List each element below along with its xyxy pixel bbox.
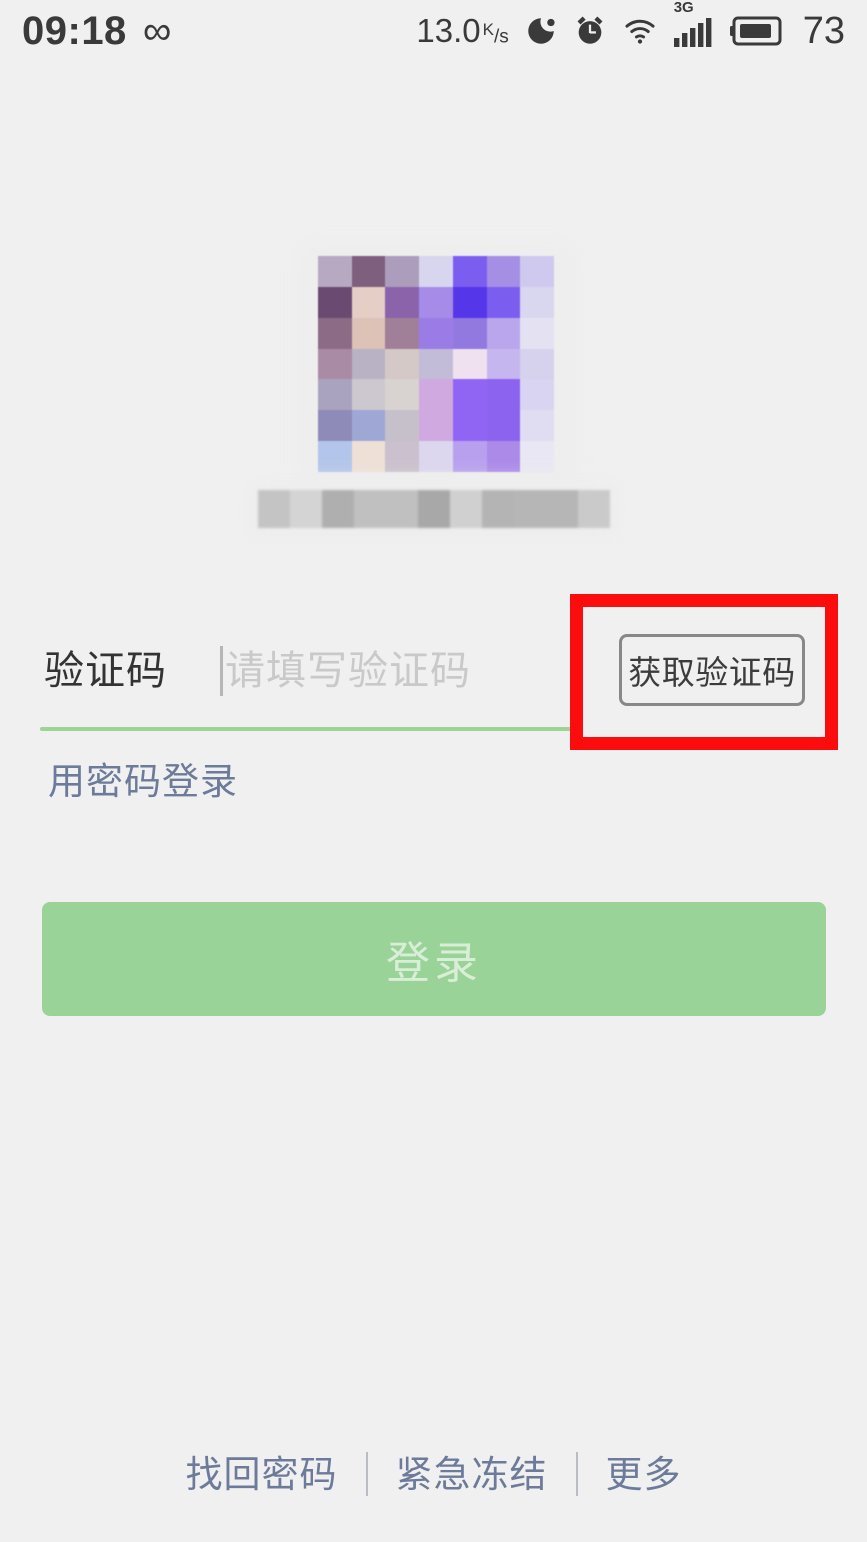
namebar-block: [546, 490, 578, 528]
mosaic-block: [452, 286, 487, 318]
footer-links: 找回密码 紧急冻结 更多: [0, 1452, 867, 1496]
mosaic-block: [419, 317, 453, 349]
status-time: 09:18: [22, 9, 127, 53]
mosaic-block: [351, 379, 386, 411]
mosaic-block: [520, 256, 554, 287]
namebar-block: [418, 490, 450, 528]
mosaic-block: [419, 348, 453, 380]
mosaic-block: [452, 410, 487, 442]
mosaic-block: [385, 256, 420, 287]
status-bar-right: 13.0 K/s 3G 73: [416, 0, 845, 53]
namebar-block: [290, 490, 322, 528]
infinity-icon: ∞: [142, 9, 172, 53]
mosaic-block: [520, 410, 554, 442]
mosaic-block: [452, 317, 487, 349]
network-type-label: 3G: [673, 0, 694, 16]
mosaic-block: [385, 317, 420, 349]
mosaic-block: [419, 256, 453, 287]
mosaic-block: [520, 441, 554, 472]
mosaic-block: [385, 286, 420, 318]
network-speed-indicator: 13.0 K/s: [416, 12, 508, 50]
battery-icon: [729, 16, 784, 46]
mosaic-block: [385, 348, 420, 380]
mosaic-block: [318, 410, 352, 442]
mosaic-block: [318, 441, 352, 472]
do-not-disturb-icon: [524, 14, 558, 48]
footer-link-retrieve-password[interactable]: 找回密码: [158, 1456, 366, 1493]
network-speed-value: 13.0: [416, 12, 481, 49]
mosaic-block: [520, 317, 554, 349]
status-bar-left: 09:18 ∞: [22, 11, 171, 51]
mosaic-block: [318, 379, 352, 411]
app-logo-blurred: [318, 256, 554, 472]
app-logo-area: [0, 236, 867, 546]
text-caret: [220, 646, 223, 696]
mosaic-block: [419, 410, 453, 442]
mosaic-block: [452, 379, 487, 411]
mosaic-block: [351, 286, 386, 318]
mosaic-block: [486, 286, 521, 318]
mosaic-block: [351, 256, 386, 287]
mosaic-block: [318, 317, 352, 349]
network-speed-unit: K/s: [482, 19, 509, 47]
wifi-icon: [622, 14, 658, 48]
password-login-link[interactable]: 用密码登录: [48, 763, 238, 800]
footer-link-more[interactable]: 更多: [578, 1456, 710, 1493]
mosaic-block: [385, 379, 420, 411]
mosaic-block: [520, 348, 554, 380]
status-bar: 09:18 ∞ 13.0 K/s 3G 73: [0, 0, 867, 62]
mosaic-block: [351, 410, 386, 442]
mosaic-block: [486, 317, 521, 349]
mosaic-block: [419, 286, 453, 318]
mosaic-block: [419, 379, 453, 411]
get-verification-code-button[interactable]: 获取验证码: [619, 634, 805, 706]
namebar-block: [354, 490, 386, 528]
namebar-block: [514, 490, 546, 528]
mosaic-block: [385, 410, 420, 442]
mosaic-block: [318, 348, 352, 380]
mosaic-block: [419, 441, 453, 472]
mosaic-block: [318, 286, 352, 318]
namebar-block: [482, 490, 514, 528]
signal-bars-icon: 3G: [673, 0, 715, 48]
footer-link-emergency-freeze[interactable]: 紧急冻结: [368, 1456, 576, 1493]
mosaic-block: [486, 441, 521, 472]
mosaic-block: [385, 441, 420, 472]
mosaic-block: [520, 286, 554, 318]
mosaic-block: [520, 379, 554, 411]
namebar-block: [450, 490, 482, 528]
mosaic-block: [452, 441, 487, 472]
mosaic-block: [486, 256, 521, 287]
mosaic-block: [351, 441, 386, 472]
mosaic-block: [486, 348, 521, 380]
login-button[interactable]: 登录: [42, 902, 826, 1016]
namebar-block: [322, 490, 354, 528]
mosaic-block: [486, 410, 521, 442]
mosaic-block: [351, 348, 386, 380]
verification-code-label: 验证码: [44, 649, 167, 693]
mosaic-block: [486, 379, 521, 411]
alarm-clock-icon: [573, 14, 607, 48]
phone-screen: 09:18 ∞ 13.0 K/s 3G 73 验证码 请填写验证码 获取验证码 …: [0, 0, 867, 1542]
mosaic-block: [351, 317, 386, 349]
app-name-blurred: [258, 490, 610, 528]
battery-percent: 73: [802, 9, 845, 52]
mosaic-block: [318, 256, 352, 287]
namebar-block: [386, 490, 418, 528]
namebar-block: [258, 490, 290, 528]
verification-code-placeholder: 请填写验证码: [225, 649, 471, 693]
mosaic-block: [452, 256, 487, 287]
mosaic-block: [452, 348, 487, 380]
namebar-block: [578, 490, 610, 528]
